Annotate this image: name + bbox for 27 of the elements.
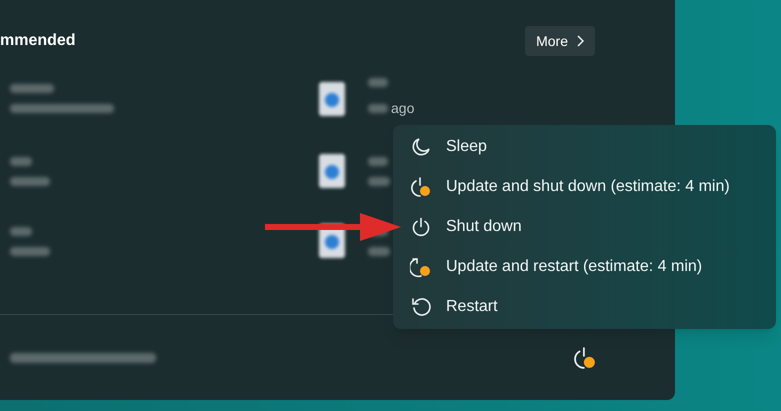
blurred-text xyxy=(368,78,388,87)
blurred-text xyxy=(10,226,32,236)
menu-item[interactable]: Restart xyxy=(410,287,759,327)
more-button[interactable]: More xyxy=(525,26,595,56)
blurred-text xyxy=(368,176,390,186)
blurred-text xyxy=(10,246,50,256)
moon-icon xyxy=(411,137,431,157)
file-time-caption: ago xyxy=(391,99,414,118)
menu-item[interactable]: Update and shut down (estimate: 4 min) xyxy=(410,167,759,207)
menu-item[interactable]: Shut down xyxy=(410,207,759,247)
document-icon xyxy=(318,80,346,116)
blurred-text xyxy=(368,246,390,256)
menu-item[interactable]: Sleep xyxy=(410,127,759,167)
blurred-text xyxy=(368,104,388,113)
section-title: mmended xyxy=(0,31,76,51)
blurred-text xyxy=(10,156,32,166)
power-update-icon[interactable] xyxy=(573,346,597,370)
power-icon xyxy=(411,217,431,237)
chevron-right-icon xyxy=(576,35,584,47)
document-icon xyxy=(318,153,346,189)
restart-icon xyxy=(411,297,431,317)
power-update-icon xyxy=(410,176,432,198)
blurred-text xyxy=(10,84,54,93)
restart-update-icon xyxy=(410,256,432,278)
blurred-text xyxy=(368,156,388,166)
menu-item[interactable]: Update and restart (estimate: 4 min) xyxy=(410,247,759,287)
blurred-text xyxy=(10,176,50,186)
